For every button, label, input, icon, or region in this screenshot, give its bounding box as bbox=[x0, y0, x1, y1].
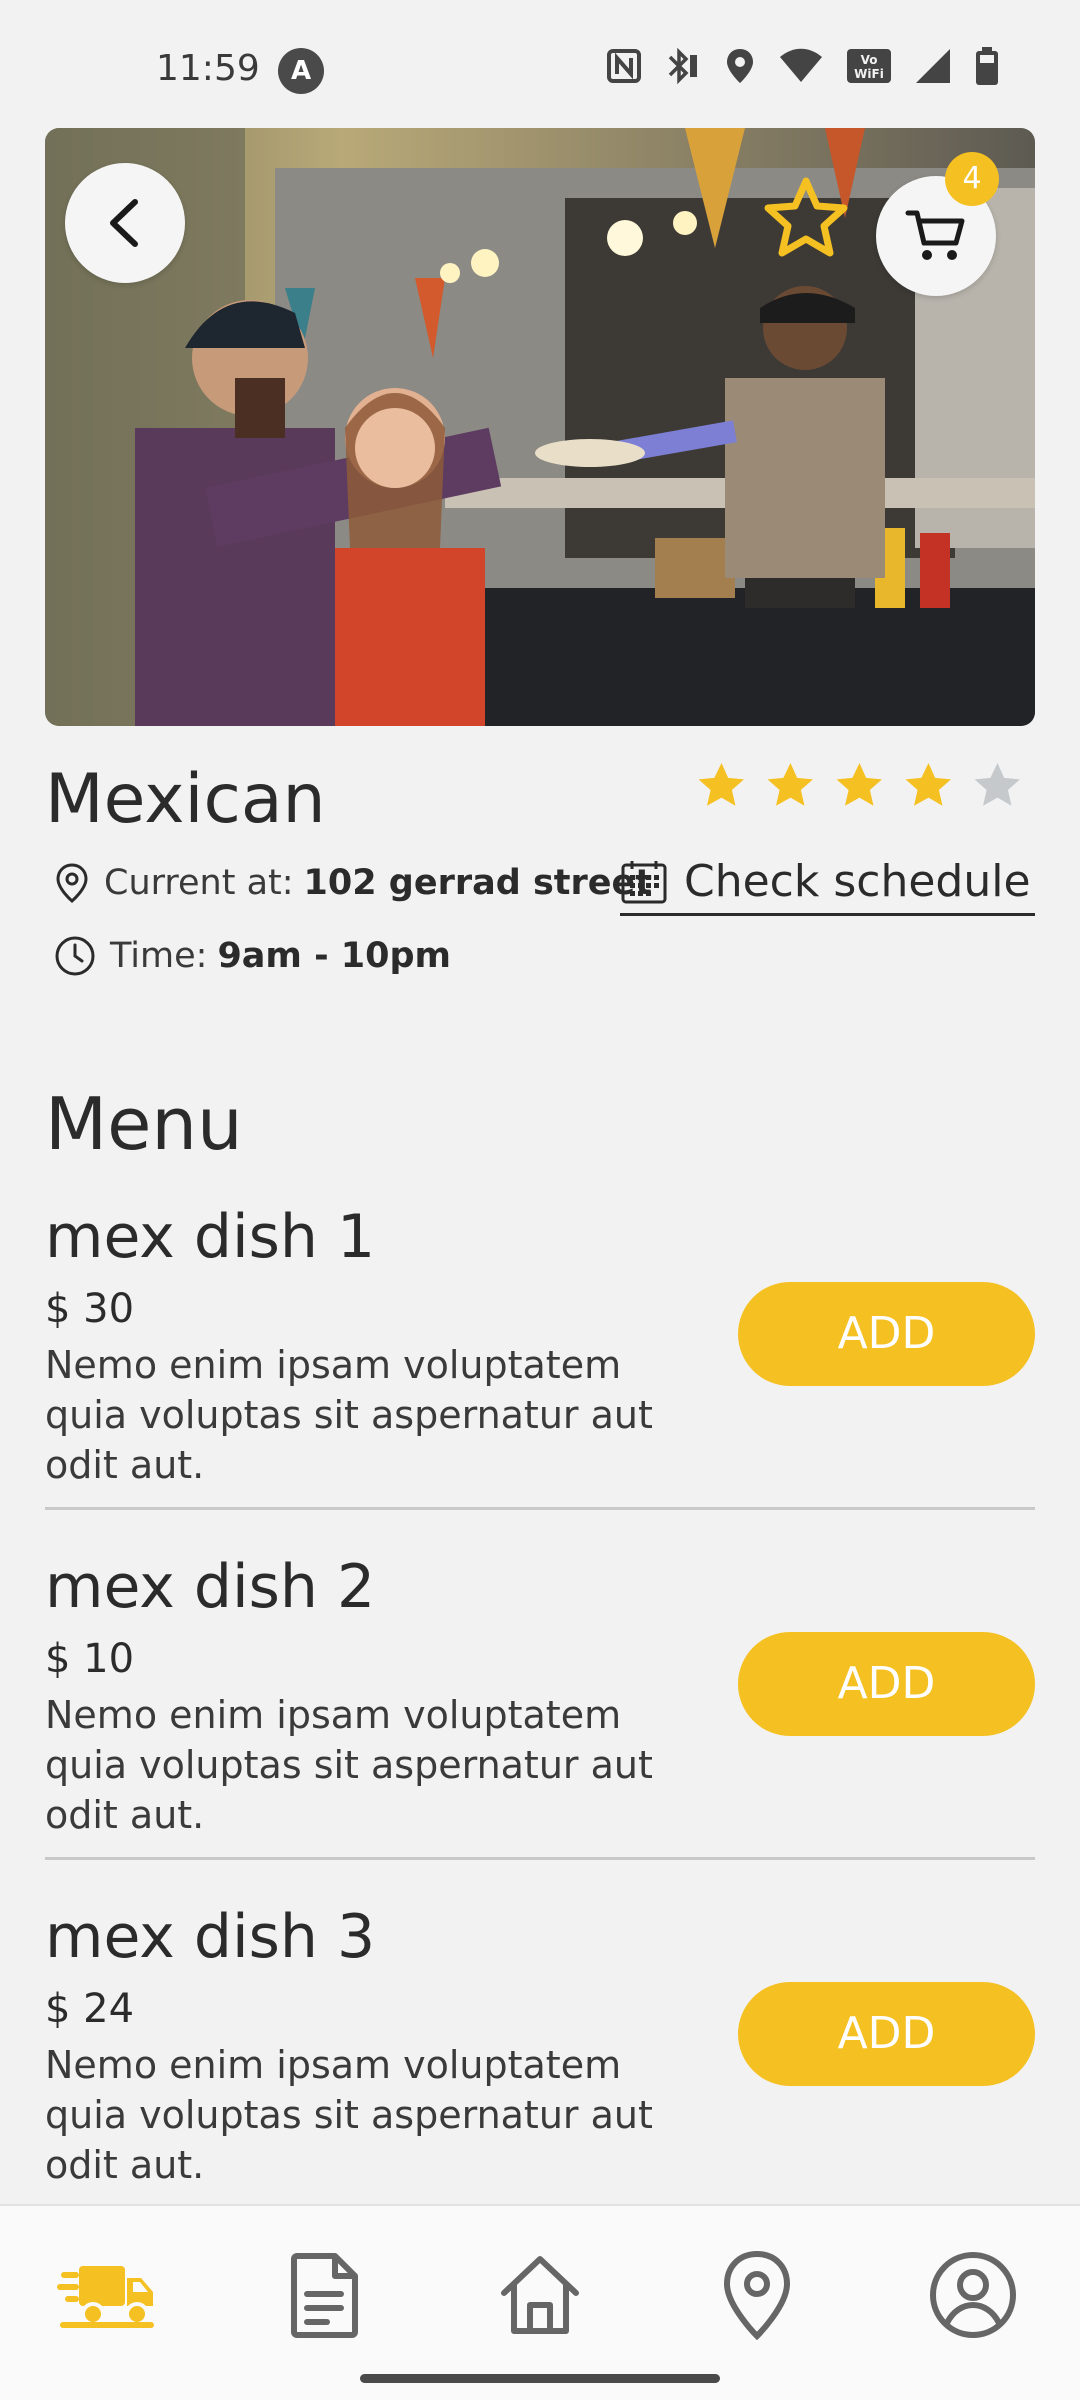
check-schedule-label: Check schedule bbox=[684, 856, 1031, 907]
star-outline-icon bbox=[764, 177, 848, 257]
dish-price: $ 30 bbox=[45, 1286, 135, 1332]
check-schedule-link[interactable]: Check schedule bbox=[620, 856, 1035, 916]
star-empty-icon bbox=[974, 763, 1020, 806]
status-bar: 11:59 A Vo WiFi bbox=[0, 0, 1080, 118]
profile-icon bbox=[930, 2252, 1016, 2338]
signal-icon bbox=[916, 49, 950, 83]
nav-profile[interactable] bbox=[918, 2240, 1028, 2350]
truck-name: Mexican bbox=[45, 760, 326, 839]
star-filled-icon bbox=[698, 763, 744, 806]
time-label: Time: bbox=[110, 936, 208, 976]
dish-name: mex dish 2 bbox=[45, 1552, 376, 1622]
document-icon bbox=[291, 2253, 358, 2338]
vowifi-icon: VoWiFi bbox=[847, 49, 891, 83]
divider bbox=[45, 1507, 1035, 1510]
menu-heading: Menu bbox=[45, 1082, 243, 1166]
chevron-left-icon bbox=[110, 199, 138, 247]
nfc-icon bbox=[607, 49, 641, 83]
notification-badge: A bbox=[278, 48, 324, 94]
cart-count-badge: 4 bbox=[945, 152, 999, 206]
nav-orders[interactable] bbox=[270, 2240, 380, 2350]
wifi-icon bbox=[780, 48, 822, 82]
dish-description: Nemo enim ipsam voluptatem quia voluptas… bbox=[45, 2043, 653, 2187]
bottom-navigation bbox=[0, 2204, 1080, 2400]
active-tab-indicator bbox=[60, 2322, 154, 2328]
add-button[interactable]: ADD bbox=[738, 1632, 1035, 1736]
dish-price: $ 10 bbox=[45, 1636, 135, 1682]
favorite-button[interactable] bbox=[760, 175, 852, 271]
truck-icon bbox=[57, 2266, 153, 2326]
dish-name: mex dish 1 bbox=[45, 1202, 376, 1272]
calendar-icon bbox=[621, 860, 667, 903]
status-time: 11:59 bbox=[156, 48, 260, 89]
add-button[interactable]: ADD bbox=[738, 1982, 1035, 2086]
divider bbox=[45, 1857, 1035, 1860]
nav-map[interactable] bbox=[702, 2240, 812, 2350]
current-location: Current at: 102 gerrad street bbox=[54, 862, 652, 904]
dish-description: Nemo enim ipsam voluptatem quia voluptas… bbox=[45, 1343, 653, 1487]
bluetooth-icon bbox=[668, 47, 697, 85]
location-pin-icon bbox=[723, 2250, 791, 2340]
dish-price: $ 24 bbox=[45, 1986, 135, 2032]
add-button[interactable]: ADD bbox=[738, 1282, 1035, 1386]
nav-home[interactable] bbox=[485, 2240, 595, 2350]
home-icon bbox=[501, 2256, 579, 2334]
svg-text:Vo: Vo bbox=[861, 53, 878, 67]
location-icon bbox=[727, 49, 753, 83]
svg-text:WiFi: WiFi bbox=[854, 67, 884, 81]
cart-icon bbox=[905, 210, 965, 260]
dish-description: Nemo enim ipsam voluptatem quia voluptas… bbox=[45, 1693, 653, 1837]
location-pin-icon bbox=[56, 863, 88, 903]
location-value: 102 gerrad street bbox=[303, 863, 652, 903]
time-value: 9am - 10pm bbox=[217, 936, 452, 976]
nav-trucks[interactable] bbox=[52, 2240, 162, 2350]
star-filled-icon bbox=[905, 763, 951, 806]
status-icons: Vo WiFi bbox=[606, 46, 1000, 86]
operating-hours: Time: 9am - 10pm bbox=[54, 935, 451, 977]
back-button[interactable] bbox=[65, 163, 185, 283]
rating-stars bbox=[696, 760, 1023, 811]
battery-icon bbox=[976, 47, 998, 85]
location-label: Current at: bbox=[104, 863, 294, 903]
star-filled-icon bbox=[836, 763, 882, 806]
dish-name: mex dish 3 bbox=[45, 1902, 376, 1972]
home-indicator[interactable] bbox=[360, 2374, 720, 2383]
star-filled-icon bbox=[767, 763, 813, 806]
clock-icon bbox=[55, 936, 95, 976]
